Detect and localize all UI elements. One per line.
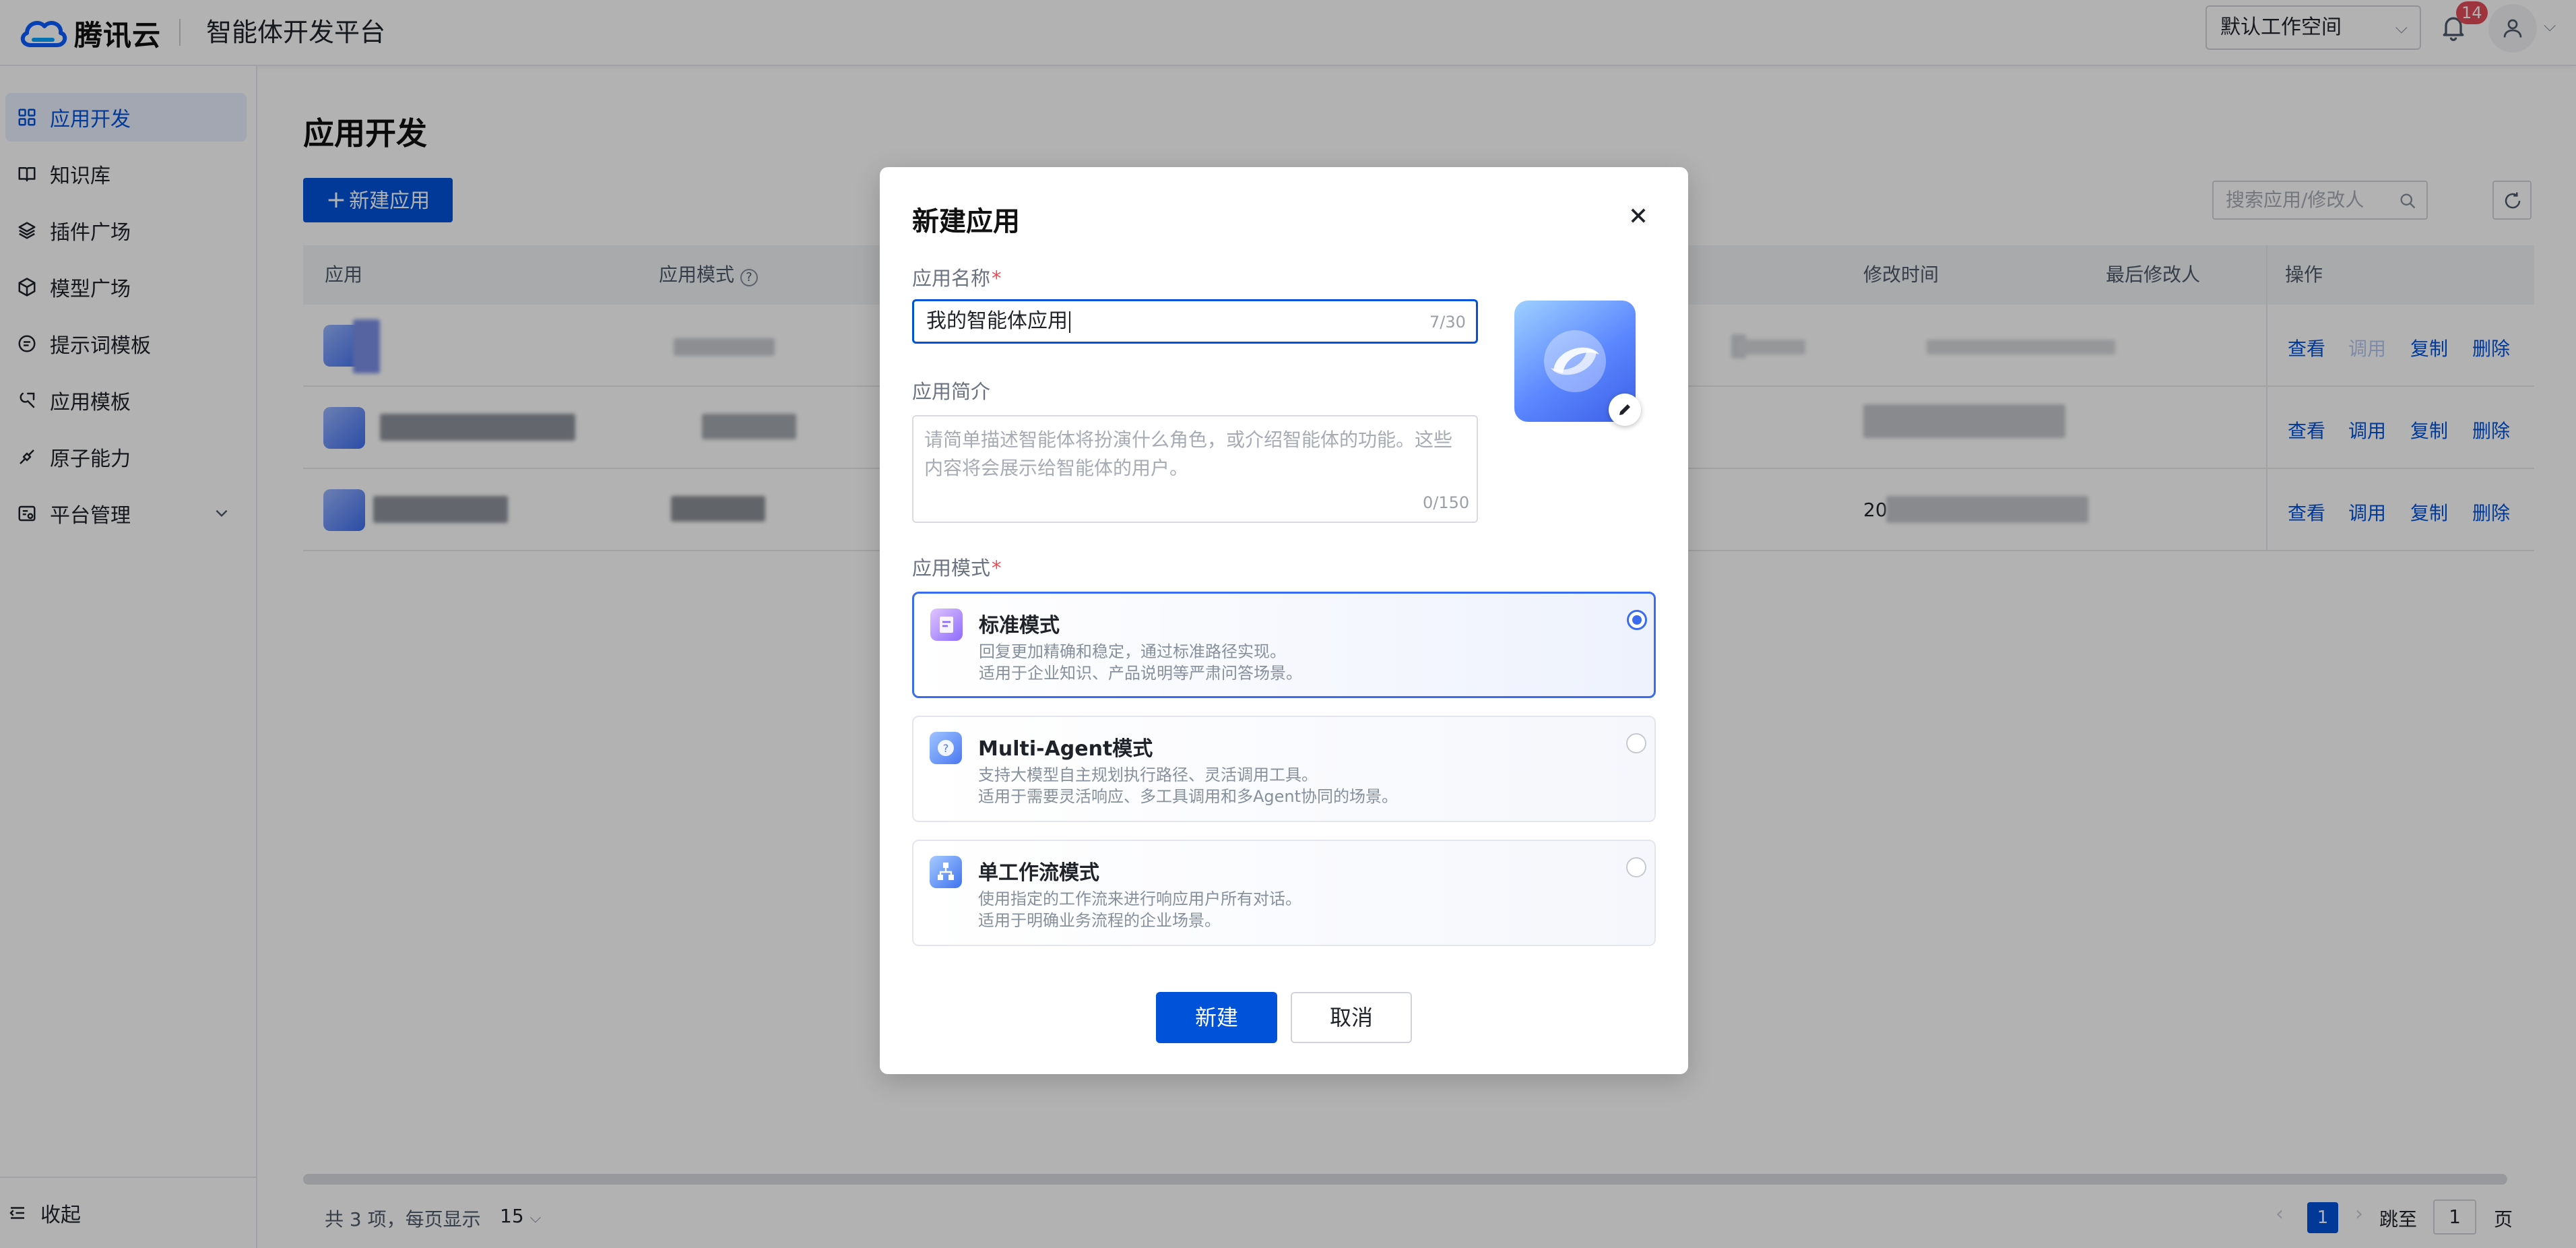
app-name-value: 我的智能体应用: [926, 309, 1068, 333]
desc-char-counter: 0/150: [1423, 493, 1470, 512]
mode-card-single-workflow[interactable]: 单工作流模式 使用指定的工作流来进行响应用户所有对话。 适用于明确业务流程的企业…: [912, 840, 1656, 946]
close-icon[interactable]: [1623, 201, 1653, 230]
desc-placeholder: 请简单描述智能体将扮演什么角色，或介绍智能体的功能。这些内容将会展示给智能体的用…: [924, 429, 1453, 479]
mode-card-standard[interactable]: 标准模式 回复更加精确和稳定，通过标准路径实现。 适用于企业知识、产品说明等严肃…: [912, 592, 1656, 698]
question-bubble-icon: ?: [930, 732, 962, 764]
new-app-dialog: 新建应用 应用名称* 我的智能体应用 7/30 应用简介 请简单描述智能体将扮演…: [880, 167, 1688, 1074]
mode-desc-line2: 适用于企业知识、产品说明等严肃问答场景。: [979, 664, 1302, 683]
mode-name: 标准模式: [979, 614, 1060, 637]
svg-text:?: ?: [943, 742, 949, 755]
mode-name: 单工作流模式: [978, 861, 1099, 885]
text-cursor: [1069, 311, 1070, 333]
edit-avatar-button[interactable]: [1609, 394, 1641, 426]
document-icon: [930, 609, 963, 641]
mode-card-multi-agent[interactable]: ? Multi-Agent模式 支持大模型自主规划执行路径、灵活调用工具。 适用…: [912, 716, 1656, 822]
workflow-icon: [930, 856, 962, 888]
mode-desc-line2: 适用于明确业务流程的企业场景。: [978, 911, 1221, 930]
mode-desc-line2: 适用于需要灵活响应、多工具调用和多Agent协同的场景。: [978, 787, 1398, 806]
app-description-textarea[interactable]: 请简单描述智能体将扮演什么角色，或介绍智能体的功能。这些内容将会展示给智能体的用…: [912, 415, 1478, 523]
name-field-label: 应用名称*: [912, 267, 1002, 290]
desc-field-label: 应用简介: [912, 380, 991, 403]
mode-radio-standard[interactable]: [1627, 610, 1647, 630]
dialog-title: 新建应用: [912, 206, 1020, 237]
create-button[interactable]: 新建: [1156, 992, 1277, 1043]
mode-name: Multi-Agent模式: [978, 737, 1153, 761]
mode-radio-single-workflow[interactable]: [1626, 857, 1646, 877]
mode-desc-line1: 支持大模型自主规划执行路径、灵活调用工具。: [978, 766, 1318, 784]
pencil-icon: [1619, 404, 1630, 415]
cancel-button[interactable]: 取消: [1291, 992, 1412, 1043]
app-name-input[interactable]: 我的智能体应用: [912, 299, 1478, 344]
mode-desc-line1: 使用指定的工作流来进行响应用户所有对话。: [978, 890, 1301, 908]
mode-desc-line1: 回复更加精确和稳定，通过标准路径实现。: [979, 642, 1286, 661]
mode-field-label: 应用模式*: [912, 557, 1002, 580]
name-char-counter: 7/30: [1429, 313, 1466, 332]
mode-radio-multi-agent[interactable]: [1626, 733, 1646, 753]
